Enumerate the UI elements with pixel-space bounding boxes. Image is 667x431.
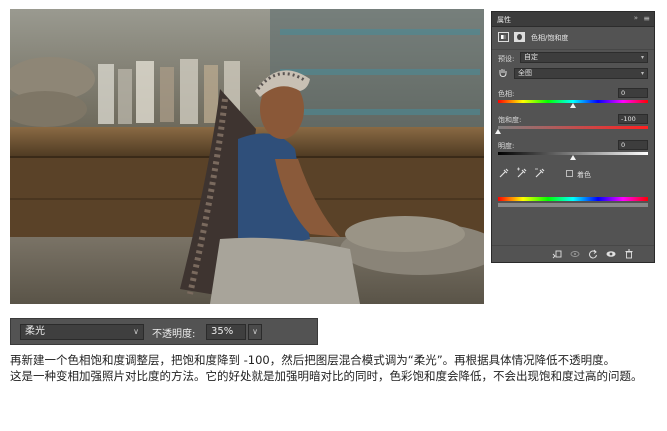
opacity-dropdown-chevron-icon[interactable]: ∨ [248, 324, 262, 340]
saturation-input[interactable]: -100 [618, 114, 648, 124]
panel-footer [492, 245, 654, 262]
photo-illustration [10, 9, 484, 304]
saturation-row: 饱和度: -100 [495, 114, 648, 136]
chevron-down-icon: ▾ [640, 54, 644, 61]
clip-to-layer-icon[interactable] [552, 249, 562, 259]
lightness-slider-thumb[interactable] [570, 155, 576, 160]
layer-mask-icon[interactable] [514, 32, 525, 42]
saturation-slider-track[interactable] [498, 126, 648, 129]
input-color-spectrum [498, 197, 648, 201]
blend-mode-value: 柔光 [25, 326, 45, 337]
preset-dropdown[interactable]: 自定 ▾ [520, 52, 648, 63]
adjustment-layer-icon[interactable] [498, 32, 509, 42]
eyedropper-plus-icon[interactable] [516, 167, 528, 179]
range-value: 全图 [518, 69, 532, 77]
range-dropdown[interactable]: 全图 ▾ [514, 68, 648, 79]
collapse-icon[interactable]: » [634, 14, 638, 22]
opacity-input[interactable]: 35% [206, 324, 246, 340]
saturation-slider-thumb[interactable] [495, 129, 501, 134]
preset-row: 预设: 自定 ▾ [498, 52, 648, 64]
eyedropper-minus-icon[interactable] [534, 167, 546, 179]
reset-icon[interactable] [588, 249, 598, 259]
trash-icon[interactable] [624, 249, 634, 259]
photo-image [10, 9, 484, 304]
eyedropper-toolbar: 着色 [498, 167, 648, 181]
preset-label: 预设: [498, 55, 515, 63]
visibility-eye-icon[interactable] [606, 249, 616, 259]
output-color-spectrum [498, 203, 648, 207]
view-previous-icon[interactable] [570, 249, 580, 259]
lightness-row: 明度: 0 [498, 140, 648, 162]
hue-row: 色相: 0 [498, 88, 648, 110]
chevron-down-icon: ▾ [640, 70, 644, 77]
panel-header: 色相/饱和度 [492, 27, 654, 50]
hue-label: 色相: [498, 90, 515, 98]
blend-mode-dropdown[interactable]: 柔光 ∨ [20, 324, 144, 340]
article-caption: 再新建一个色相饱和度调整层，把饱和度降到 -100，然后把图层混合模式调为“柔光… [10, 352, 660, 384]
adjustment-type-label: 色相/饱和度 [531, 34, 569, 42]
properties-panel: 属性 » ≡ 色相/饱和度 预设: 自定 ▾ 全图 ▾ 色相: 0 饱和度: -… [491, 11, 655, 263]
saturation-label: 饱和度: [498, 116, 522, 124]
caption-paragraph-1: 再新建一个色相饱和度调整层，把饱和度降到 -100，然后把图层混合模式调为“柔光… [10, 353, 616, 367]
preset-value: 自定 [524, 53, 538, 61]
lightness-input[interactable]: 0 [618, 140, 648, 150]
range-row: 全图 ▾ [498, 68, 648, 80]
panel-titlebar: 属性 » ≡ [492, 12, 654, 27]
panel-menu-icon[interactable]: ≡ [643, 14, 650, 23]
eyedropper-icon[interactable] [498, 167, 510, 179]
hue-slider-thumb[interactable] [570, 103, 576, 108]
panel-title: 属性 [497, 16, 511, 24]
colorize-label: 着色 [577, 171, 591, 179]
caption-paragraph-2: 这是一种变相加强照片对比度的方法。它的好处就是加强明暗对比的同时，色彩饱和度会降… [10, 369, 643, 383]
lightness-label: 明度: [498, 142, 515, 150]
colorize-checkbox[interactable] [566, 170, 573, 177]
opacity-label: 不透明度: [152, 329, 196, 340]
layer-blend-bar: 柔光 ∨ 不透明度: 35% ∨ [10, 318, 318, 345]
hue-input[interactable]: 0 [618, 88, 648, 98]
chevron-down-icon: ∨ [133, 327, 139, 336]
